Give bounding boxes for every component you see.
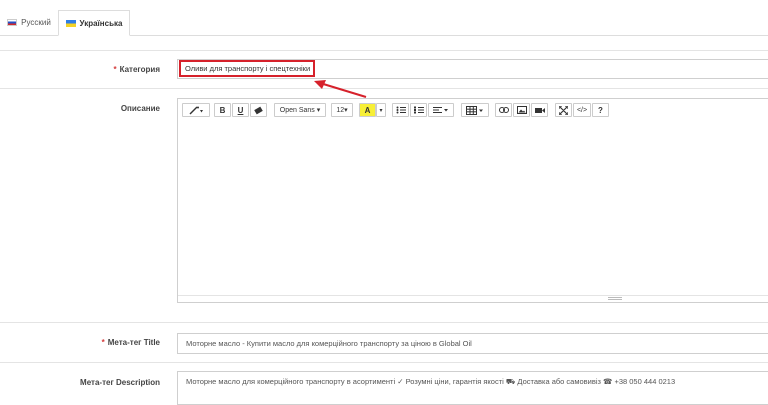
- editor-toolbar: B U Open Sans ▾ 12 ▾ A ▾ </> ?: [178, 99, 768, 123]
- video-icon[interactable]: [531, 103, 548, 117]
- paragraph-align-icon[interactable]: [428, 103, 454, 117]
- fullscreen-icon[interactable]: [555, 103, 572, 117]
- unordered-list-icon[interactable]: [392, 103, 409, 117]
- editor-statusbar: [178, 295, 768, 302]
- resize-handle[interactable]: [608, 297, 622, 300]
- color-dropdown-icon[interactable]: ▾: [376, 103, 386, 117]
- magic-wand-icon[interactable]: [182, 103, 210, 117]
- description-editor[interactable]: B U Open Sans ▾ 12 ▾ A ▾ </> ?: [177, 98, 768, 303]
- required-marker: *: [101, 338, 105, 347]
- meta-title-label: * Мета-тег Title: [101, 338, 160, 347]
- text-color-icon[interactable]: A: [359, 103, 376, 117]
- description-label: Описание: [120, 104, 160, 113]
- table-icon[interactable]: [461, 103, 489, 117]
- ordered-list-icon[interactable]: [410, 103, 427, 117]
- bold-icon[interactable]: B: [214, 103, 231, 117]
- meta-title-input[interactable]: Моторне масло - Купити масло для комерці…: [177, 333, 768, 354]
- code-view-icon[interactable]: </>: [573, 103, 591, 117]
- row-divider: [0, 322, 768, 323]
- font-name-dropdown[interactable]: Open Sans ▾: [274, 103, 326, 117]
- link-icon[interactable]: [495, 103, 512, 117]
- picture-icon[interactable]: [513, 103, 530, 117]
- meta-description-label: Мета-тег Description: [80, 378, 160, 387]
- underline-icon[interactable]: U: [232, 103, 249, 117]
- help-icon[interactable]: ?: [592, 103, 609, 117]
- meta-description-textarea[interactable]: Моторне масло для комерційного транспорт…: [177, 371, 768, 405]
- font-size-dropdown[interactable]: 12 ▾: [331, 103, 353, 117]
- eraser-icon[interactable]: [250, 103, 267, 117]
- row-divider: [0, 362, 768, 363]
